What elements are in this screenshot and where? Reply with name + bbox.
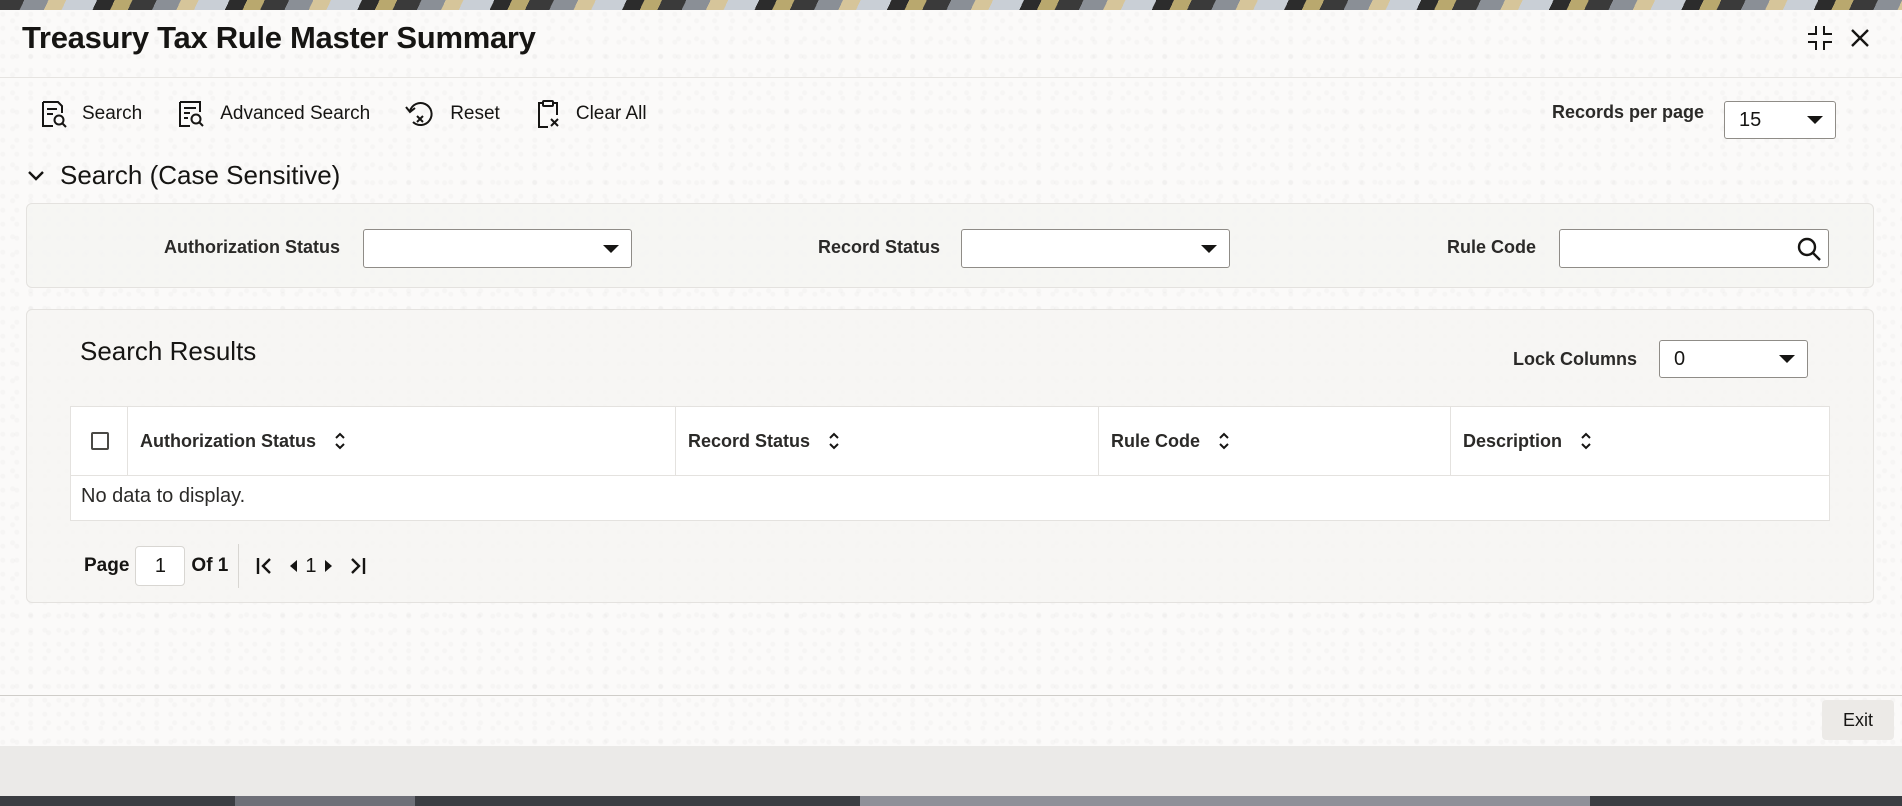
reset-button[interactable]: Reset — [404, 99, 500, 129]
clipboard-clear-icon — [537, 100, 559, 128]
results-table: Authorization Status Record Status Rule … — [70, 406, 1830, 521]
pager-divider — [238, 544, 240, 588]
chevron-down-icon — [1807, 116, 1823, 124]
column-label: Description — [1463, 430, 1563, 451]
close-icon[interactable] — [1844, 22, 1876, 54]
search-icon[interactable] — [1796, 236, 1822, 262]
taskbar — [0, 796, 1902, 806]
advanced-search-icon — [179, 101, 204, 127]
reset-icon — [405, 102, 433, 127]
records-per-page-value: 15 — [1739, 108, 1762, 131]
search-button-label: Search — [82, 103, 143, 124]
record-status-label: Record Status — [818, 237, 941, 257]
advanced-search-button[interactable]: Advanced Search — [176, 99, 370, 129]
sort-icon[interactable] — [1580, 432, 1592, 450]
footer-band — [0, 746, 1902, 796]
clear-all-label: Clear All — [575, 103, 647, 124]
top-banner — [0, 0, 1902, 10]
previous-page-icon[interactable] — [287, 558, 299, 574]
footer-divider — [0, 695, 1902, 696]
page-title: Treasury Tax Rule Master Summary — [22, 20, 536, 55]
lock-columns-label: Lock Columns — [1513, 349, 1638, 369]
current-page-value: 1 — [154, 554, 166, 577]
exit-button[interactable]: Exit — [1822, 700, 1894, 740]
column-label: Authorization Status — [140, 430, 316, 451]
column-header-authorization-status[interactable]: Authorization Status — [128, 407, 676, 475]
reset-label: Reset — [450, 103, 500, 124]
sort-icon[interactable] — [828, 432, 840, 450]
page-number-link[interactable]: 1 — [305, 555, 316, 578]
records-per-page-label: Records per page — [1552, 102, 1705, 122]
last-page-icon[interactable] — [347, 556, 367, 576]
column-header-rule-code[interactable]: Rule Code — [1099, 407, 1451, 475]
search-doc-icon — [42, 101, 67, 128]
search-section-toggle[interactable]: Search (Case Sensitive) — [26, 160, 340, 191]
column-header-record-status[interactable]: Record Status — [676, 407, 1099, 475]
chevron-down-icon — [1779, 355, 1795, 363]
lock-columns-value: 0 — [1674, 347, 1686, 370]
exit-button-label: Exit — [1842, 709, 1873, 730]
next-page-icon[interactable] — [323, 558, 335, 574]
search-button[interactable]: Search — [38, 99, 142, 129]
lock-columns-select[interactable]: 0 — [1659, 340, 1808, 378]
search-section-title: Search (Case Sensitive) — [60, 160, 341, 190]
toolbar: Search Advanced Search Reset Clear All — [38, 94, 681, 134]
authorization-status-select[interactable] — [363, 229, 632, 268]
sort-icon[interactable] — [334, 432, 346, 450]
chevron-down-icon — [603, 244, 619, 253]
clear-all-button[interactable]: Clear All — [534, 99, 647, 129]
taskbar-segment — [235, 796, 415, 806]
empty-state-text: No data to display. — [81, 485, 246, 507]
column-label: Record Status — [688, 430, 811, 451]
rule-code-input[interactable] — [1559, 229, 1829, 268]
column-label: Rule Code — [1111, 430, 1201, 451]
chevron-down-icon — [28, 170, 44, 181]
column-header-description[interactable]: Description — [1451, 407, 1829, 475]
maximize-icon[interactable] — [1804, 22, 1836, 54]
authorization-status-label: Authorization Status — [164, 237, 340, 257]
page-label: Page — [84, 555, 130, 576]
records-per-page-select[interactable]: 15 — [1724, 101, 1836, 139]
page-number-input[interactable]: 1 — [135, 546, 186, 586]
record-status-select[interactable] — [961, 229, 1230, 268]
first-page-icon[interactable] — [255, 556, 275, 576]
rule-code-label: Rule Code — [1447, 237, 1537, 257]
select-all-checkbox[interactable] — [91, 432, 109, 450]
pagination: Page 1 Of 1 1 — [84, 544, 373, 588]
sort-icon[interactable] — [1218, 432, 1230, 450]
chevron-down-icon — [1201, 244, 1217, 253]
table-header: Authorization Status Record Status Rule … — [71, 407, 1829, 476]
taskbar-segment — [860, 796, 1590, 806]
title-divider — [0, 77, 1902, 78]
select-all-column — [71, 407, 128, 475]
search-results-title: Search Results — [80, 336, 257, 366]
advanced-search-label: Advanced Search — [220, 103, 371, 124]
page-count-label: Of 1 — [191, 555, 229, 576]
